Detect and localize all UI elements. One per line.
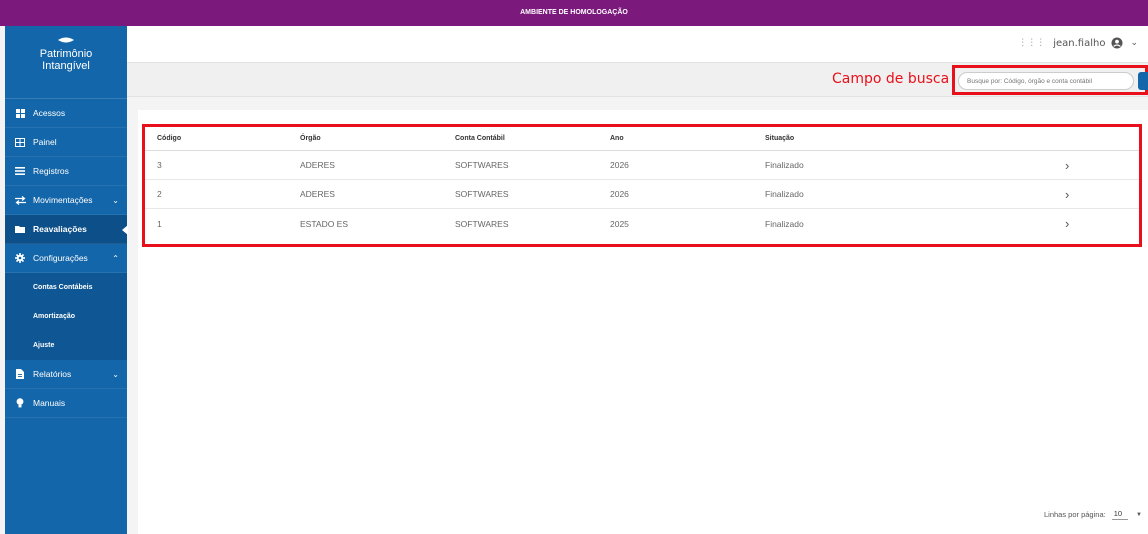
cell-codigo: 3 [157, 160, 162, 170]
column-header-orgao[interactable]: Órgão [300, 135, 455, 142]
cell-codigo: 2 [157, 189, 162, 199]
rows-per-page-select[interactable]: 10 [1111, 509, 1129, 520]
apps-grid-icon[interactable]: ⋮⋮⋮ [1018, 38, 1045, 48]
sidebar-subitem-amortizacao[interactable]: Amortização [5, 302, 127, 331]
column-header-conta-contabil[interactable]: Conta Contábil [455, 135, 610, 142]
cell-orgao: ADERES [300, 189, 335, 199]
sidebar-item-label: Reavaliações [33, 224, 87, 234]
cell-situacao: Finalizado [765, 218, 804, 229]
pagination: Linhas por página: 10 ▼ [1044, 509, 1142, 520]
grid-icon [14, 108, 26, 118]
top-bar: ⋮⋮⋮ jean.fialho ⌄ [127, 26, 1148, 63]
sidebar-item-label: Painel [33, 137, 57, 147]
chevron-down-icon: ⌄ [112, 196, 119, 205]
column-header-ano[interactable]: Ano [610, 135, 765, 142]
cell-conta: SOFTWARES [455, 160, 509, 170]
sidebar-item-painel[interactable]: Painel [5, 128, 127, 157]
logo-icon [58, 37, 74, 43]
cell-situacao: Finalizado [765, 160, 804, 170]
search-input[interactable] [958, 72, 1134, 90]
column-header-codigo[interactable]: Código [145, 135, 300, 142]
search-button[interactable] [1138, 72, 1148, 90]
bulb-icon [14, 398, 26, 408]
logo[interactable]: Patrimônio Intangível [5, 26, 127, 98]
cell-conta: SOFTWARES [455, 189, 509, 199]
sidebar-item-manuais[interactable]: Manuais [5, 389, 127, 418]
environment-banner: AMBIENTE DE HOMOLOGAÇÃO [0, 0, 1148, 26]
list-icon [14, 167, 26, 175]
sidebar-item-registros[interactable]: Registros [5, 157, 127, 186]
reavaliacoes-table: Código Órgão Conta Contábil Ano Situação… [142, 124, 1142, 247]
table-row[interactable]: 3 ADERES SOFTWARES 2026 Finalizado › [145, 151, 1139, 180]
chevron-right-icon[interactable]: › [1065, 216, 1125, 231]
sidebar-item-label: Configurações [33, 253, 88, 263]
dashboard-icon [14, 137, 26, 147]
sidebar-item-label: Movimentações [33, 195, 93, 205]
sidebar-subitem-contas-contabeis[interactable]: Contas Contábeis [5, 273, 127, 302]
rows-per-page-label: Linhas por página: [1043, 510, 1106, 519]
cell-orgao: ADERES [300, 160, 335, 170]
configuracoes-submenu: Contas Contábeis Amortização Ajuste [5, 273, 127, 360]
sidebar-item-label: Registros [33, 166, 69, 176]
username: jean.fialho [1053, 37, 1106, 49]
folder-icon [14, 225, 26, 233]
column-header-situacao[interactable]: Situação [765, 135, 1065, 142]
sidebar-item-label: Manuais [33, 398, 66, 408]
sidebar-item-movimentacoes[interactable]: Movimentações ⌄ [5, 186, 127, 215]
cell-ano: 2025 [610, 218, 629, 229]
chevron-right-icon[interactable]: › [1065, 158, 1125, 173]
sidebar-item-reavaliacoes[interactable]: Reavaliações [5, 215, 128, 244]
search-annotation-label: Campo de busca [832, 71, 950, 87]
chevron-down-icon[interactable]: ⌄ [1130, 38, 1138, 48]
chevron-right-icon[interactable]: › [1065, 187, 1125, 202]
table-row[interactable]: 1 ESTADO ES SOFTWARES 2025 Finalizado › [145, 209, 1139, 238]
table-header: Código Órgão Conta Contábil Ano Situação [145, 127, 1139, 151]
cell-ano: 2026 [610, 160, 629, 170]
active-indicator [122, 225, 128, 235]
swap-icon [14, 195, 26, 205]
main-content: Código Órgão Conta Contábil Ano Situação… [138, 110, 1148, 534]
cell-codigo: 1 [157, 218, 162, 229]
logo-line-2: Intangível [42, 60, 90, 72]
user-menu[interactable]: ⋮⋮⋮ jean.fialho ⌄ [1018, 37, 1138, 49]
chevron-up-icon: ⌃ [112, 254, 119, 263]
cell-ano: 2026 [610, 189, 629, 199]
cell-conta: SOFTWARES [455, 218, 509, 229]
report-icon [14, 369, 26, 379]
sidebar: Patrimônio Intangível Acessos Painel Reg… [5, 26, 128, 534]
logo-line-1: Patrimônio [39, 48, 93, 60]
gear-icon [14, 253, 26, 263]
sidebar-item-relatorios[interactable]: Relatórios ⌄ [5, 360, 127, 389]
cell-situacao: Finalizado [765, 189, 804, 199]
sidebar-item-acessos[interactable]: Acessos [5, 99, 127, 128]
table-row[interactable]: 2 ADERES SOFTWARES 2026 Finalizado › [145, 180, 1139, 209]
cell-orgao: ESTADO ES [300, 218, 349, 229]
chevron-down-icon: ⌄ [112, 370, 119, 379]
sidebar-item-label: Acessos [33, 108, 66, 118]
user-avatar-icon [1111, 37, 1123, 49]
search-bar: Campo de busca [127, 63, 1148, 97]
dropdown-arrow-icon[interactable]: ▼ [1136, 512, 1142, 518]
sidebar-subitem-ajuste[interactable]: Ajuste [5, 331, 127, 360]
sidebar-item-configuracoes[interactable]: Configurações ⌃ [5, 244, 127, 273]
sidebar-item-label: Relatórios [33, 369, 72, 379]
